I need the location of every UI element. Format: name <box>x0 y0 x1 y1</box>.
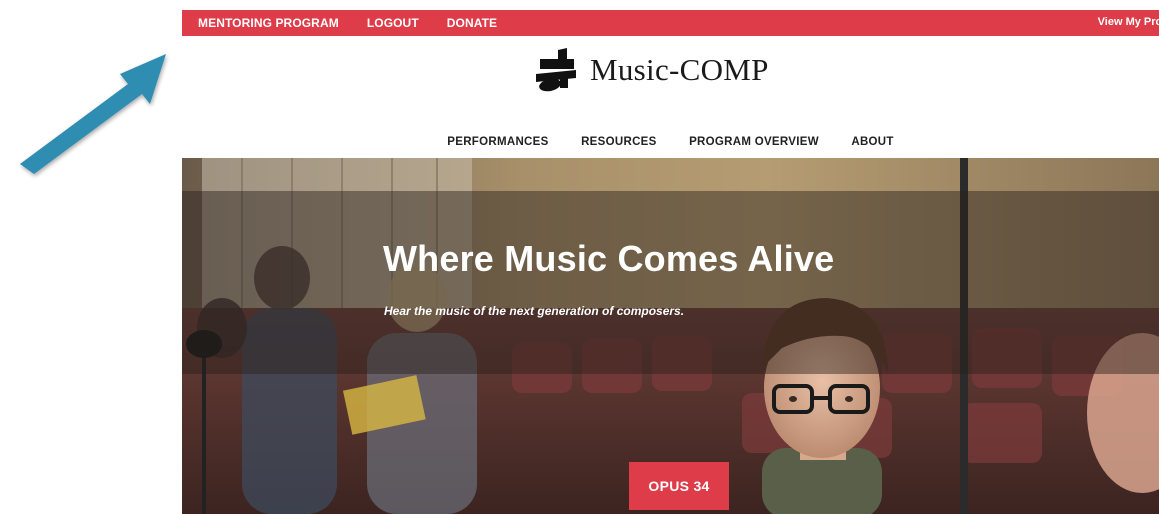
mentoring-program-link[interactable]: MENTORING PROGRAM <box>198 16 339 30</box>
site-logo[interactable]: Music-COMP <box>534 48 769 92</box>
main-nav: PERFORMANCES RESOURCES PROGRAM OVERVIEW … <box>182 132 1159 152</box>
logo-wordmark: Music-COMP <box>590 52 769 87</box>
hero-overlay-band <box>182 191 1159 374</box>
utility-bar: MENTORING PROGRAM LOGOUT DONATE View My … <box>182 10 1159 36</box>
hero-banner: Where Music Comes Alive Hear the music o… <box>182 158 1159 514</box>
opus-34-button[interactable]: OPUS 34 <box>629 462 729 510</box>
arrow-pointer-icon <box>20 54 166 174</box>
hero-subtitle: Hear the music of the next generation of… <box>384 304 685 318</box>
view-profile-link[interactable]: View My Profi <box>1098 16 1159 28</box>
nav-item-performances[interactable]: PERFORMANCES <box>447 136 548 148</box>
nav-item-about[interactable]: ABOUT <box>851 136 893 148</box>
music-comp-logo-icon <box>536 48 576 92</box>
nav-item-program-overview[interactable]: PROGRAM OVERVIEW <box>689 136 819 148</box>
nav-item-resources[interactable]: RESOURCES <box>581 136 657 148</box>
site-header: Music-COMP PERFORMANCES RESOURCES PROGRA… <box>182 36 1159 158</box>
donate-link[interactable]: DONATE <box>447 16 497 30</box>
website-frame: MENTORING PROGRAM LOGOUT DONATE View My … <box>182 10 1159 514</box>
hero-title: Where Music Comes Alive <box>383 238 835 279</box>
logout-link[interactable]: LOGOUT <box>367 16 419 30</box>
